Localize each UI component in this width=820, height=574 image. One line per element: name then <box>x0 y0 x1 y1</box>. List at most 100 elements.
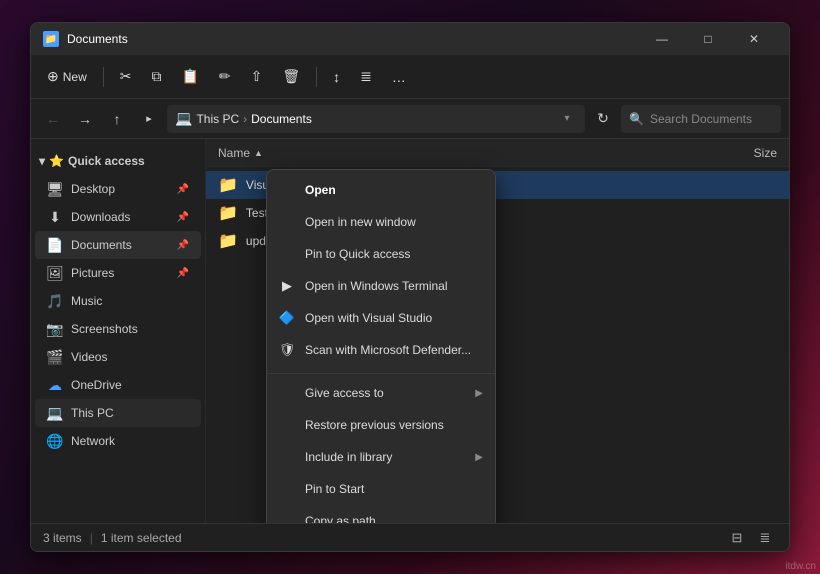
more-button[interactable]: … <box>384 61 414 93</box>
close-button[interactable]: ✕ <box>731 23 777 55</box>
quick-access-label: Quick access <box>68 154 145 168</box>
ctx-pin-quick-access[interactable]: Pin to Quick access <box>267 238 495 270</box>
ctx-pin-icon <box>279 246 295 262</box>
onedrive-icon: ☁ <box>47 377 63 393</box>
cut-icon: ✂ <box>120 68 132 85</box>
watermark: itdw.cn <box>785 561 816 572</box>
ctx-open-terminal[interactable]: ▶ Open in Windows Terminal <box>267 270 495 302</box>
view-button[interactable]: ≣ <box>352 61 380 93</box>
ctx-pin-label: Pin to Quick access <box>305 247 410 261</box>
new-button[interactable]: ⊕ New <box>39 61 95 93</box>
downloads-icon: ⬇ <box>47 209 63 225</box>
ctx-pin-start[interactable]: Pin to Start <box>267 473 495 505</box>
documents-icon: 📄 <box>47 237 63 253</box>
copy-icon: ⧉ <box>151 68 161 85</box>
window-title: Documents <box>67 32 639 46</box>
main-content: ▾ ⭐ Quick access 🖥 Desktop 📌 ⬇ Downloads… <box>31 139 789 523</box>
pictures-label: Pictures <box>71 266 114 280</box>
path-pc-icon: 💻 <box>175 110 192 127</box>
rename-button[interactable]: ✏ <box>211 61 239 93</box>
this-pc-label: This PC <box>71 406 114 420</box>
quick-access-icon: ⭐ <box>49 154 64 168</box>
search-placeholder: Search Documents <box>650 112 752 126</box>
ctx-give-access-arrow: ▶ <box>475 388 483 399</box>
sidebar-quick-access-header[interactable]: ▾ ⭐ Quick access <box>31 147 205 175</box>
network-label: Network <box>71 434 115 448</box>
documents-label: Documents <box>71 238 132 252</box>
rename-icon: ✏ <box>219 68 231 85</box>
sidebar-item-screenshots[interactable]: 📷 Screenshots <box>35 315 201 343</box>
file-area: Name ▲ Size 📁 Visual Studio 2019 📁 Test <box>206 139 789 523</box>
sidebar-item-network[interactable]: 🌐 Network <box>35 427 201 455</box>
ctx-copy-path-icon <box>279 513 295 523</box>
search-icon: 🔍 <box>629 112 644 126</box>
address-path[interactable]: 💻 This PC › Documents ▾ <box>167 105 585 133</box>
ctx-pin-start-icon <box>279 481 295 497</box>
network-icon: 🌐 <box>47 433 63 449</box>
desktop-icon: 🖥 <box>47 181 63 197</box>
ctx-copy-path-label: Copy as path <box>305 514 376 523</box>
selected-count: 1 item selected <box>101 531 182 545</box>
explorer-window: 📁 Documents — □ ✕ ⊕ New ✂ ⧉ 📋 ✏ ⇧ 🗑 ↕ ≣ … <box>30 22 790 552</box>
downloads-label: Downloads <box>71 210 130 224</box>
more-icon: … <box>392 69 406 85</box>
screenshots-icon: 📷 <box>47 321 63 337</box>
maximize-button[interactable]: □ <box>685 23 731 55</box>
up-button[interactable]: ↑ <box>103 105 131 133</box>
ctx-open[interactable]: Open <box>267 174 495 206</box>
back-button[interactable]: ← <box>39 105 67 133</box>
titlebar: 📁 Documents — □ ✕ <box>31 23 789 55</box>
sort-button[interactable]: ↕ <box>325 61 348 93</box>
ctx-restore-label: Restore previous versions <box>305 418 444 432</box>
sidebar-item-downloads[interactable]: ⬇ Downloads 📌 <box>35 203 201 231</box>
sidebar-item-onedrive[interactable]: ☁ OneDrive <box>35 371 201 399</box>
music-icon: 🎵 <box>47 293 63 309</box>
ctx-include-library[interactable]: Include in library ▶ <box>267 441 495 473</box>
list-view-button[interactable]: ≣ <box>753 528 777 548</box>
statusbar: 3 items | 1 item selected ⊟ ≣ <box>31 523 789 551</box>
delete-button[interactable]: 🗑 <box>274 61 308 93</box>
search-box[interactable]: 🔍 Search Documents <box>621 105 781 133</box>
statusbar-right: ⊟ ≣ <box>725 528 777 548</box>
ctx-pin-start-label: Pin to Start <box>305 482 364 496</box>
share-button[interactable]: ⇧ <box>243 61 271 93</box>
sidebar-item-videos[interactable]: 🎬 Videos <box>35 343 201 371</box>
ctx-restore-versions[interactable]: Restore previous versions <box>267 409 495 441</box>
window-icon: 📁 <box>43 31 59 47</box>
ctx-open-new-window-label: Open in new window <box>305 215 416 229</box>
documents-pin: 📌 <box>177 240 189 251</box>
forward-button[interactable]: → <box>71 105 99 133</box>
ctx-open-new-window[interactable]: Open in new window <box>267 206 495 238</box>
refresh-button[interactable]: ↻ <box>589 105 617 133</box>
cut-button[interactable]: ✂ <box>112 61 140 93</box>
titlebar-controls: — □ ✕ <box>639 23 777 55</box>
ctx-open-vs[interactable]: 🔷 Open with Visual Studio <box>267 302 495 334</box>
ctx-library-icon <box>279 449 295 465</box>
sidebar-item-this-pc[interactable]: 💻 This PC <box>35 399 201 427</box>
ctx-vs-icon: 🔷 <box>279 310 295 326</box>
expand-button[interactable]: ▸ <box>135 105 163 133</box>
onedrive-label: OneDrive <box>71 378 122 392</box>
minimize-button[interactable]: — <box>639 23 685 55</box>
toolbar: ⊕ New ✂ ⧉ 📋 ✏ ⇧ 🗑 ↕ ≣ … <box>31 55 789 99</box>
sidebar-item-documents[interactable]: 📄 Documents 📌 <box>35 231 201 259</box>
new-label: New <box>63 70 87 84</box>
path-dropdown-icon[interactable]: ▾ <box>557 105 577 133</box>
videos-icon: 🎬 <box>47 349 63 365</box>
ctx-defender-label: Scan with Microsoft Defender... <box>305 343 471 357</box>
sidebar-item-desktop[interactable]: 🖥 Desktop 📌 <box>35 175 201 203</box>
pictures-icon: 🖼 <box>47 265 63 281</box>
paste-button[interactable]: 📋 <box>173 61 206 93</box>
grid-view-button[interactable]: ⊟ <box>725 528 749 548</box>
window-icon-glyph: 📁 <box>45 34 57 45</box>
sidebar-item-pictures[interactable]: 🖼 Pictures 📌 <box>35 259 201 287</box>
ctx-sep-1 <box>267 373 495 374</box>
ctx-scan-defender[interactable]: 🛡 Scan with Microsoft Defender... <box>267 334 495 366</box>
path-separator-1: › <box>243 112 247 126</box>
copy-toolbar-button[interactable]: ⧉ <box>143 61 169 93</box>
ctx-give-access[interactable]: Give access to ▶ <box>267 377 495 409</box>
ctx-library-label: Include in library <box>305 450 392 464</box>
ctx-copy-path[interactable]: Copy as path <box>267 505 495 523</box>
delete-icon: 🗑 <box>282 68 300 85</box>
sidebar-item-music[interactable]: 🎵 Music <box>35 287 201 315</box>
